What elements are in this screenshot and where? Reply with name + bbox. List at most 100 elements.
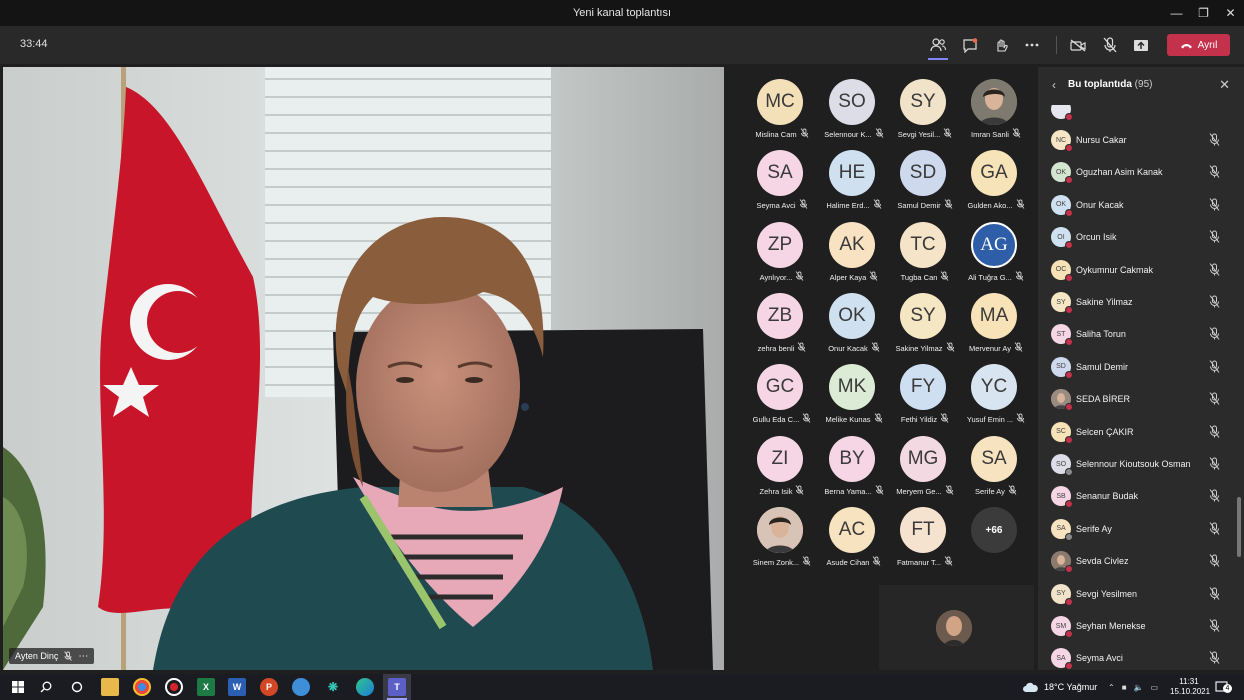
main-video[interactable]: Ayten Dinç ⋯: [3, 67, 724, 670]
teams-taskbar-button[interactable]: T: [383, 674, 411, 700]
taskbar-clock[interactable]: 11:31 15.10.2021: [1170, 677, 1210, 697]
share-screen-button[interactable]: [1129, 33, 1153, 57]
powerpoint-icon[interactable]: P: [260, 678, 278, 696]
edge-icon[interactable]: [356, 678, 374, 696]
participant-row[interactable]: OC Oykumnur Cakmak: [1038, 256, 1238, 286]
back-chevron-icon[interactable]: ‹: [1052, 78, 1056, 92]
participant-row[interactable]: SY Sevgi Yesilmen: [1038, 580, 1238, 610]
participant-row[interactable]: NC Nursu Cakar: [1038, 126, 1238, 156]
reactions-button[interactable]: [989, 33, 1013, 57]
participant-row[interactable]: Sevda Civlez: [1038, 547, 1238, 577]
gallery-tile[interactable]: HE Halime Erd...: [818, 150, 890, 218]
search-icon[interactable]: [37, 678, 55, 696]
participants-panel-header: ‹ Bu toplantıda (95) ✕: [1038, 67, 1244, 103]
weather-widget[interactable]: 18°C Yağmur: [1022, 674, 1097, 700]
presence-status-icon: [1065, 435, 1073, 444]
participant-initials: SD: [1056, 363, 1066, 371]
app-icon[interactable]: ❋: [324, 678, 342, 696]
participant-row[interactable]: SB Senanur Budak: [1038, 482, 1238, 512]
gallery-tile[interactable]: AG Ali Tuğra G...: [960, 222, 1032, 290]
participant-initials: SY: [1056, 590, 1066, 598]
participant-row[interactable]: SD Samul Demir: [1038, 353, 1238, 383]
leave-button[interactable]: Ayrıl: [1167, 34, 1230, 56]
gallery-tile[interactable]: MA Mervenur Ay: [960, 293, 1032, 361]
participants-button[interactable]: [926, 33, 950, 60]
chevron-up-icon[interactable]: ⌃: [1108, 683, 1115, 692]
gallery-tile[interactable]: SO Selennour K...: [818, 79, 890, 147]
mic-off-icon: [1014, 342, 1023, 354]
gallery-tile[interactable]: BY Berna Yama...: [818, 436, 890, 504]
gallery-tile[interactable]: SA Seyma Avci: [746, 150, 818, 218]
notification-center-button[interactable]: 4: [1215, 674, 1232, 700]
gallery-tile[interactable]: SY Sevgi Yesil...: [889, 79, 961, 147]
gallery-tile[interactable]: GC Gullu Eda C...: [746, 364, 818, 432]
presence-status-icon: [1065, 241, 1073, 250]
participant-avatar: MC: [757, 79, 803, 125]
gallery-tile[interactable]: TC Tugba Can: [889, 222, 961, 290]
participant-name-row: Yusuf Emin ...: [954, 413, 1038, 425]
close-window-button[interactable]: ✕: [1217, 0, 1244, 26]
more-actions-button[interactable]: [1020, 33, 1044, 57]
gallery-tile[interactable]: MK Melike Kunas: [818, 364, 890, 432]
gallery-tile[interactable]: ZP Aynlıyor...: [746, 222, 818, 290]
gallery-tile[interactable]: SA Serife Ay: [960, 436, 1032, 504]
excel-icon[interactable]: X: [197, 678, 215, 696]
close-panel-button[interactable]: ✕: [1219, 77, 1230, 93]
maximize-button[interactable]: ❐: [1190, 0, 1217, 26]
camera-toggle-button[interactable]: [1066, 33, 1090, 57]
gallery-tile[interactable]: Sinem Zonk...: [746, 507, 818, 575]
participant-row[interactable]: ST Saliha Torun: [1038, 320, 1238, 350]
participant-row[interactable]: OI Orcun Isik: [1038, 223, 1238, 253]
gallery-tile[interactable]: ZB zehra benli: [746, 293, 818, 361]
gallery-tile[interactable]: MG Meryem Ge...: [889, 436, 961, 504]
more-participants-tile[interactable]: +66: [960, 507, 1032, 575]
participant-row[interactable]: SY Sakine Yilmaz: [1038, 288, 1238, 318]
participant-row[interactable]: SA Seyma Avci: [1038, 644, 1238, 670]
file-explorer-icon[interactable]: [101, 678, 119, 696]
participant-row[interactable]: SO Selennour Kioutsouk Osman: [1038, 450, 1238, 480]
gallery-tile[interactable]: Imran Sanli: [960, 79, 1032, 147]
gallery-tile[interactable]: ZI Zehra Isik: [746, 436, 818, 504]
more-participants-count: +66: [971, 507, 1017, 553]
gallery-tile[interactable]: FY Fethi Yildiz: [889, 364, 961, 432]
gallery-tile[interactable]: AC Asude Cihan: [818, 507, 890, 575]
gallery-tile[interactable]: MC Mislina Cam: [746, 79, 818, 147]
chat-button[interactable]: [958, 33, 982, 57]
minimize-button[interactable]: —: [1163, 0, 1190, 26]
participant-avatar: MG: [900, 436, 946, 482]
gallery-tile[interactable]: FT Fatmanur T...: [889, 507, 961, 575]
presence-status-icon: [1065, 630, 1073, 638]
participant-row[interactable]: SM Seyhan Menekse: [1038, 612, 1238, 642]
gallery-tile[interactable]: GA Gulden Ako...: [960, 150, 1032, 218]
participant-avatar: SA: [971, 436, 1017, 482]
gallery-tile[interactable]: OK Onur Kacak: [818, 293, 890, 361]
participant-avatar: SB: [1051, 486, 1073, 509]
windows-start-icon[interactable]: [9, 678, 27, 696]
participant-name: Oguzhan Asim Kanak: [1076, 167, 1163, 178]
participant-name: SEDA BİRER: [1076, 394, 1131, 405]
battery-icon[interactable]: ▭: [1151, 683, 1159, 692]
network-icon[interactable]: ■: [1122, 683, 1127, 692]
self-video-preview[interactable]: [879, 585, 1034, 670]
word-icon[interactable]: W: [228, 678, 246, 696]
participant-row[interactable]: SA Serife Ay: [1038, 515, 1238, 545]
chrome-icon[interactable]: [133, 678, 151, 696]
record-icon[interactable]: [165, 678, 183, 696]
participant-row-partial[interactable]: [1038, 105, 1238, 125]
gallery-tile[interactable]: SD Samul Demir: [889, 150, 961, 218]
speaker-options-button[interactable]: ⋯: [78, 651, 88, 662]
participant-row[interactable]: OK Oguzhan Asim Kanak: [1038, 158, 1238, 188]
gallery-tile[interactable]: SY Sakine Yilmaz: [889, 293, 961, 361]
volume-icon[interactable]: 🔈: [1134, 683, 1144, 692]
mic-toggle-button[interactable]: [1098, 33, 1122, 57]
participant-row[interactable]: OK Onur Kacak: [1038, 191, 1238, 221]
participant-name: Aynlıyor...: [759, 272, 793, 282]
participant-row[interactable]: SC Selcen ÇAKIR: [1038, 418, 1238, 448]
participant-list-scrollbar[interactable]: [1237, 497, 1241, 557]
task-view-icon[interactable]: [68, 678, 86, 696]
browser-icon[interactable]: [292, 678, 310, 696]
gallery-tile[interactable]: YC Yusuf Emin ...: [960, 364, 1032, 432]
participant-row[interactable]: SEDA BİRER: [1038, 385, 1238, 415]
gallery-tile[interactable]: AK Alper Kaya: [818, 222, 890, 290]
participants-panel: ‹ Bu toplantıda (95) ✕ NC Nursu Cakar OK Og…: [1038, 67, 1244, 670]
